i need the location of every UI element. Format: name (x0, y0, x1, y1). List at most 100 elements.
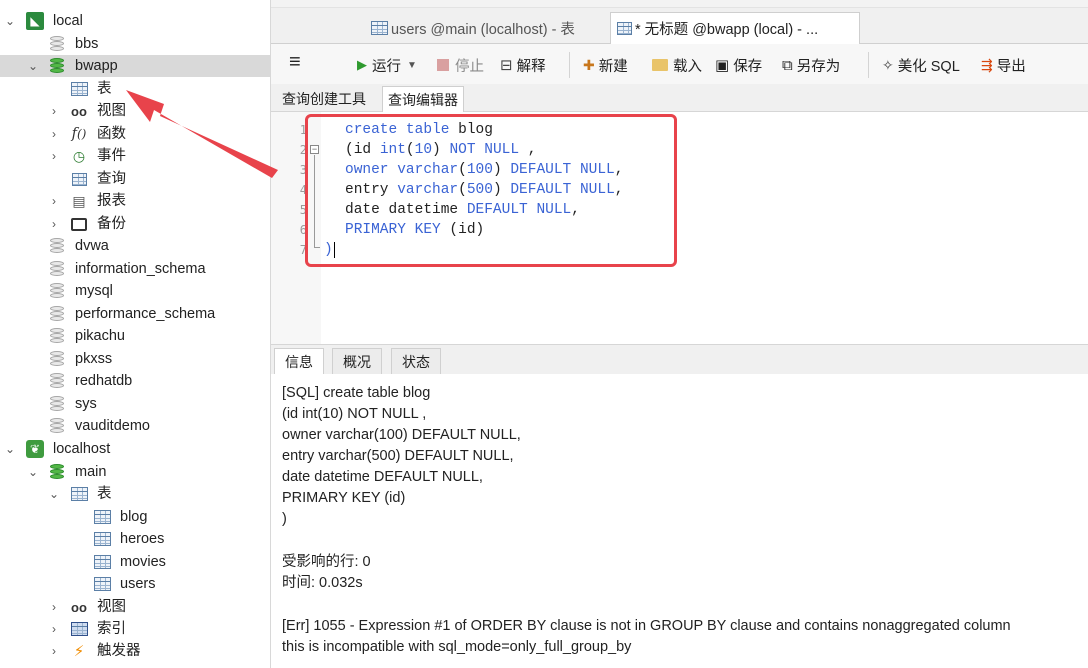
chevron-down-icon[interactable]: ⌄ (27, 466, 39, 478)
database-icon (48, 260, 66, 278)
database-icon (48, 282, 66, 300)
chevron-right-icon[interactable]: › (48, 623, 60, 635)
tree-db-bwapp[interactable]: ⌄ bwapp (0, 55, 270, 77)
tree-db-item[interactable]: pikachu (0, 325, 270, 347)
tree-label: local (53, 13, 83, 29)
explain-button[interactable]: ⊟ 解释 (500, 54, 546, 76)
tab-label: * 无标题 @bwapp (local) - ... (635, 22, 819, 38)
tree-table-item[interactable]: blog (0, 506, 270, 528)
sql-echo-line: date datetime DEFAULT NULL, (282, 469, 483, 485)
tree-label: bbs (75, 36, 99, 52)
tab-users-table[interactable]: users @main (localhost) - 表 (367, 12, 607, 44)
table-icon (70, 80, 88, 98)
tree-bwapp-tables[interactable]: 表 (0, 78, 270, 100)
document-tab-bar: users @main (localhost) - 表 * 无标题 @bwapp… (271, 8, 1088, 44)
chevron-down-icon[interactable]: ⌄ (48, 488, 60, 500)
run-button[interactable]: ▶ 运行 ▼ (357, 54, 417, 76)
export-label: 导出 (996, 58, 1026, 75)
export-button[interactable]: ⇶ 导出 (981, 54, 1026, 76)
fold-guide (314, 155, 315, 247)
report-icon: ▤ (72, 192, 86, 209)
tree-label: 索引 (97, 621, 126, 637)
query-toolbar: ≡ ▶ 运行 ▼ 停止 ⊟ 解释 ✚ 新建 载入 ▣ 保存 ⧉ 另存为 ✧ 美化… (271, 44, 1088, 84)
tree-db-item[interactable]: information_schema (0, 258, 270, 280)
view-icon: oo (71, 599, 87, 615)
sql-editor[interactable]: 1 2 3 4 5 6 7 − create table blog (id int(10) … (271, 112, 1088, 344)
tree-bwapp-functions[interactable]: › f() 函数 (0, 123, 270, 145)
tree-connection-localhost[interactable]: ⌄ ❦ localhost (0, 438, 270, 460)
chevron-right-icon[interactable]: › (48, 645, 60, 657)
database-icon (48, 237, 66, 255)
tree-main-triggers[interactable]: › ⚡ 触发器 (0, 640, 270, 662)
tree-table-item[interactable]: users (0, 573, 270, 595)
play-icon: ▶ (357, 57, 367, 72)
tree-db-item[interactable]: dvwa (0, 235, 270, 257)
database-icon (48, 305, 66, 323)
beautify-sql-button[interactable]: ✧ 美化 SQL (882, 54, 960, 76)
trigger-lightning-icon: ⚡ (73, 643, 85, 660)
tree-bwapp-queries[interactable]: 查询 (0, 168, 270, 190)
sql-echo-line: ) (282, 511, 287, 527)
tree-label: blog (120, 509, 148, 525)
chevron-down-icon[interactable]: ⌄ (4, 443, 16, 455)
tree-label: dvwa (75, 238, 109, 254)
line-number: 7 (299, 243, 307, 257)
menu-button[interactable]: ≡ (289, 51, 301, 73)
tree-main-tables[interactable]: ⌄ 表 (0, 483, 270, 505)
tree-label: redhatdb (75, 373, 133, 389)
tree-main-views[interactable]: › oo 视图 (0, 596, 270, 618)
tree-connection-local[interactable]: ⌄ ◣ local (0, 10, 270, 32)
chevron-right-icon[interactable]: › (48, 105, 60, 117)
save-button[interactable]: ▣ 保存 (715, 54, 762, 76)
tree-table-item[interactable]: heroes (0, 528, 270, 550)
tree-bwapp-events[interactable]: › ◷ 事件 (0, 145, 270, 167)
tree-label: users (120, 576, 156, 592)
tree-db-item[interactable]: performance_schema (0, 303, 270, 325)
tab-status[interactable]: 状态 (391, 348, 441, 375)
fold-toggle-icon[interactable]: − (310, 145, 319, 154)
code-line-2: (id int(10) NOT NULL , (345, 142, 537, 158)
tab-info[interactable]: 信息 (274, 348, 324, 375)
tree-main-indexes[interactable]: › 索引 (0, 618, 270, 640)
tree-bwapp-reports[interactable]: › ▤ 报表 (0, 190, 270, 212)
tree-bwapp-backups[interactable]: › 备份 (0, 213, 270, 235)
tree-db-item[interactable]: mysql (0, 280, 270, 302)
tree-db-item[interactable]: vauditdemo (0, 415, 270, 437)
tree-db-item[interactable]: pkxss (0, 348, 270, 370)
chevron-right-icon[interactable]: › (48, 195, 60, 207)
tree-label: bwapp (75, 58, 118, 74)
chevron-right-icon[interactable]: › (48, 128, 60, 140)
tree-bwapp-views[interactable]: › oo 视图 (0, 100, 270, 122)
table-icon (93, 575, 111, 593)
tree-db-main[interactable]: ⌄ main (0, 461, 270, 483)
load-button[interactable]: 载入 (652, 54, 702, 76)
tab-query-editor[interactable]: 查询编辑器 (382, 86, 464, 112)
dropdown-arrow-icon[interactable]: ▼ (407, 60, 417, 71)
chevron-right-icon[interactable]: › (48, 601, 60, 613)
chevron-right-icon[interactable]: › (48, 218, 60, 230)
explain-label: 解释 (516, 58, 546, 75)
chevron-down-icon[interactable]: ⌄ (4, 15, 16, 27)
line-number: 2 (299, 143, 307, 157)
tree-db-bbs[interactable]: bbs (0, 33, 270, 55)
tree-table-item[interactable]: movies (0, 551, 270, 573)
tree-db-item[interactable]: redhatdb (0, 370, 270, 392)
tab-query-builder[interactable]: 查询创建工具 (277, 86, 371, 112)
tab-untitled-query[interactable]: * 无标题 @bwapp (local) - ... (610, 12, 860, 44)
tree-label: heroes (120, 531, 165, 547)
tab-profile[interactable]: 概况 (332, 348, 382, 375)
line-number: 4 (299, 183, 307, 197)
tree-label: localhost (53, 441, 111, 457)
new-query-button[interactable]: ✚ 新建 (583, 54, 628, 76)
save-as-button[interactable]: ⧉ 另存为 (782, 54, 840, 76)
chevron-right-icon[interactable]: › (48, 150, 60, 162)
database-icon (48, 350, 66, 368)
chevron-down-icon[interactable]: ⌄ (27, 60, 39, 72)
object-tree-sidebar[interactable]: ⌄ ◣ local bbs ⌄ bwapp 表 › oo 视图 › f() 函数… (0, 0, 271, 668)
tree-db-item[interactable]: sys (0, 393, 270, 415)
toolbar-separator (868, 52, 869, 78)
error-message-line: this is incompatible with sql_mode=only_… (282, 639, 632, 655)
result-tab-label: 状态 (402, 354, 430, 370)
tab-label: users @main (localhost) - 表 (391, 21, 575, 38)
stop-button[interactable]: 停止 (437, 54, 484, 76)
